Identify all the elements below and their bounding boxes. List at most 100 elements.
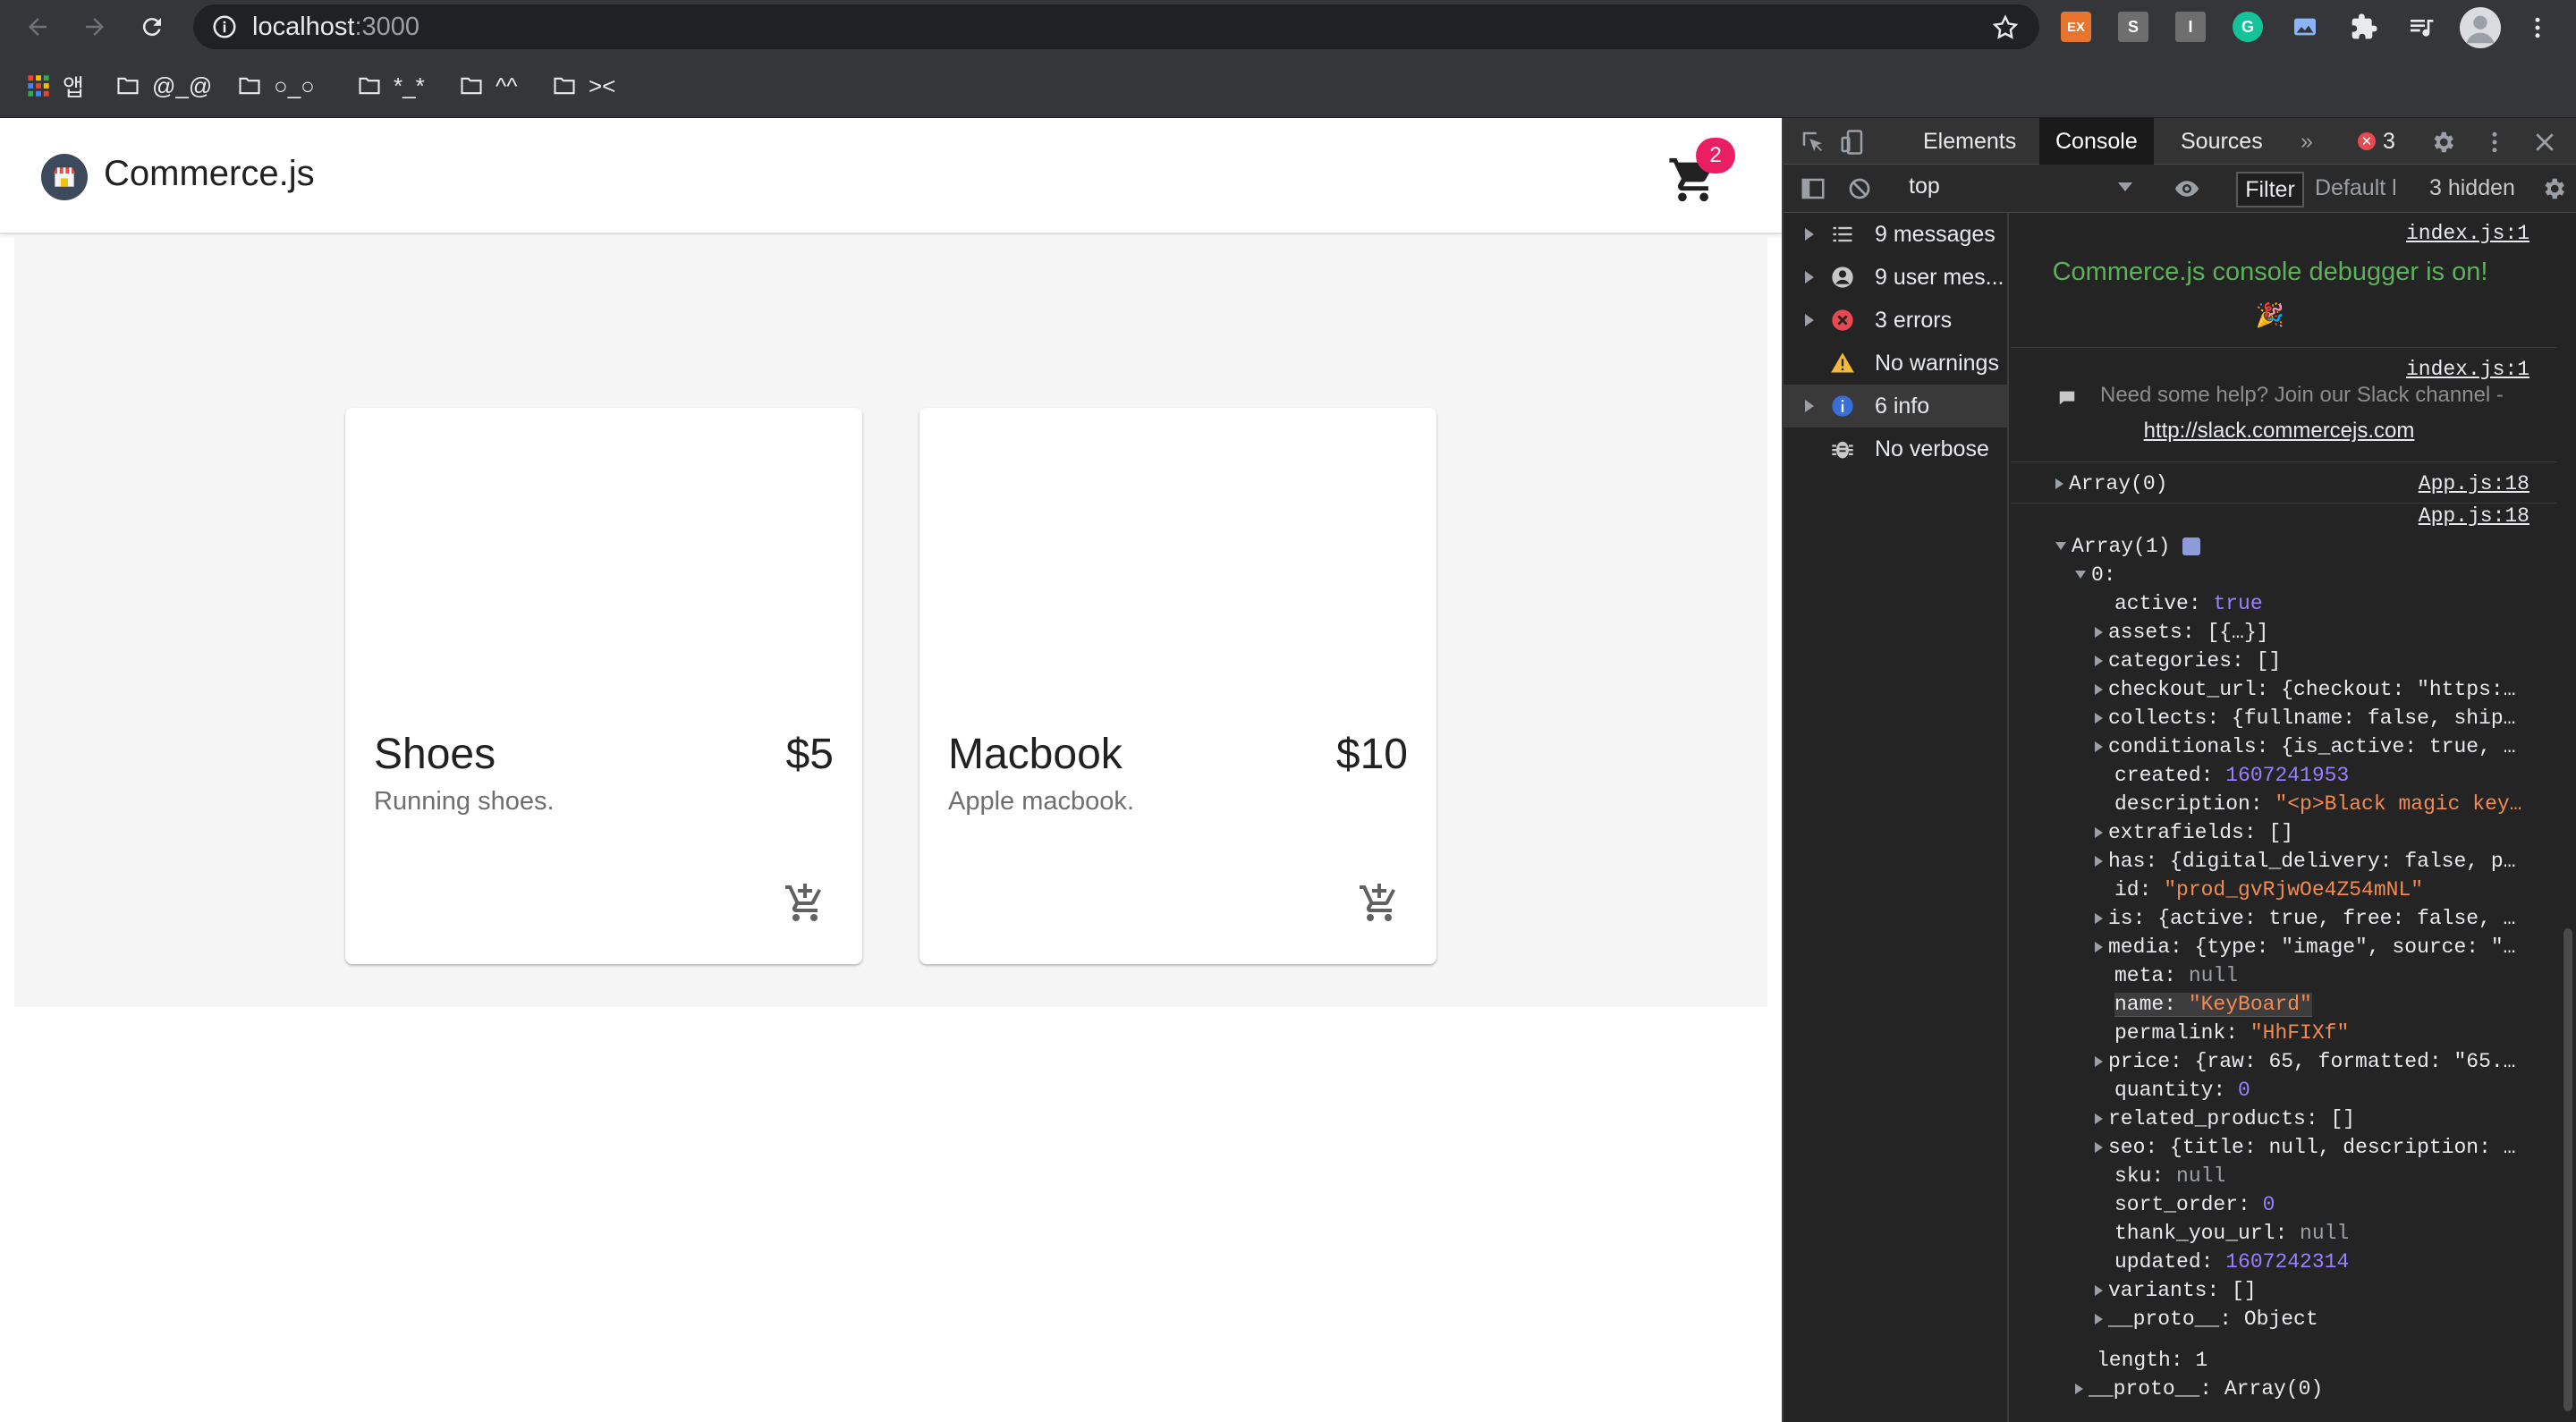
apps-grid-icon [28, 75, 49, 97]
property-row[interactable]: extrafields: [] [2095, 821, 2293, 850]
browser-menu-icon[interactable] [2524, 13, 2551, 43]
property-row[interactable]: media: {type: "image", source: "… [2095, 935, 2515, 964]
property-row[interactable]: seo: {title: null, description: … [2095, 1136, 2516, 1164]
extension-image-icon[interactable] [2290, 12, 2320, 42]
property-value: {type: "image", source: "… [2194, 935, 2516, 959]
sidebar-toggle-icon[interactable] [1800, 175, 1826, 202]
source-link[interactable]: index.js:1 [2406, 222, 2529, 245]
property-row[interactable]: is: {active: true, free: false, … [2095, 907, 2515, 935]
party-popper-icon: 🎉 [2255, 303, 2285, 330]
more-tabs-button[interactable]: » [2284, 118, 2329, 165]
source-link[interactable]: App.js:18 [2419, 504, 2529, 528]
property-entry: categories: [] [2108, 649, 2281, 673]
back-button[interactable] [18, 7, 57, 47]
property-row[interactable]: price: {raw: 65, formatted: "65.… [2095, 1050, 2515, 1079]
property-row[interactable]: __proto__: Object [2095, 1308, 2318, 1336]
sidebar-item-warnings[interactable]: No warnings [1784, 342, 2007, 385]
folder-icon [554, 77, 575, 95]
console-scrollbar[interactable] [2563, 928, 2572, 1411]
property-value: [{…}] [2207, 621, 2269, 644]
add-to-cart-icon[interactable] [784, 882, 826, 925]
expand-arrow-icon [1805, 400, 1814, 412]
property-row[interactable]: checkout_url: {checkout: "https:… [2095, 678, 2516, 707]
property-row[interactable]: variants: [] [2095, 1279, 2257, 1308]
add-to-cart-icon[interactable] [1358, 882, 1401, 925]
tab-sources[interactable]: Sources [2165, 118, 2279, 165]
inspect-element-icon[interactable] [1800, 129, 1826, 156]
profile-avatar[interactable] [2460, 7, 2501, 48]
bug-icon [1832, 441, 1853, 459]
property-key: __proto__ [2108, 1308, 2220, 1331]
settings-gear-icon[interactable] [2429, 129, 2456, 156]
slack-link[interactable]: http://slack.commercejs.com [2011, 419, 2547, 444]
array-log-collapsed[interactable]: Array(0) [2055, 472, 2167, 501]
sidebar-item-messages[interactable]: 9 messages [1784, 213, 2007, 256]
array-log-expanded[interactable]: Array(1) [2055, 535, 2201, 563]
property-row[interactable]: conditionals: {is_active: true, … [2095, 735, 2516, 764]
property-row[interactable]: collects: {fullname: false, ship… [2095, 707, 2515, 735]
extension-s-icon[interactable]: S [2118, 12, 2148, 42]
tab-elements[interactable]: Elements [1907, 118, 2032, 165]
length-row: length: 1 [2097, 1349, 2207, 1377]
bookmark-folder-3[interactable]: *_* [356, 72, 425, 100]
extensions-puzzle-icon[interactable] [2349, 12, 2379, 42]
expand-arrow-icon [2055, 478, 2063, 489]
forward-button[interactable] [75, 7, 114, 47]
property-colon: : [2225, 1021, 2250, 1045]
extension-i-icon[interactable]: I [2175, 12, 2206, 42]
reload-button[interactable] [132, 7, 172, 47]
info-icon[interactable] [211, 13, 238, 40]
property-key: collects [2108, 707, 2207, 730]
sidebar-item-errors[interactable]: 3 errors [1784, 299, 2007, 342]
property-row[interactable]: has: {digital_delivery: false, p… [2095, 850, 2516, 878]
property-entry: sku: null [2114, 1164, 2225, 1188]
array-index-row[interactable]: 0: [2075, 563, 2116, 592]
url-text[interactable]: localhost:3000 [252, 13, 419, 42]
chevron-down-icon [2118, 182, 2132, 191]
property-key: categories [2108, 649, 2233, 673]
address-bar[interactable]: localhost:3000 [193, 4, 2039, 49]
sidebar-item-user-messages[interactable]: 9 user mes... [1784, 256, 2007, 299]
filter-input[interactable]: Filter [2236, 172, 2304, 207]
bookmark-apps[interactable]: 앱 [25, 72, 84, 101]
device-toolbar-icon[interactable] [1839, 129, 1866, 156]
property-entry: quantity: 0 [2114, 1079, 2250, 1102]
bookmark-folder-5[interactable]: >< [551, 72, 615, 100]
devtools-menu-icon[interactable] [2481, 129, 2508, 156]
clear-console-icon[interactable] [1846, 175, 1873, 202]
extension-ex-icon[interactable]: EX [2061, 12, 2091, 42]
property-entry: media: {type: "image", source: "… [2108, 935, 2515, 959]
property-entry: seo: {title: null, description: … [2108, 1136, 2516, 1159]
proto-array-row[interactable]: __proto__: Array(0) [2075, 1377, 2323, 1406]
property-value: "HhFIXf" [2250, 1021, 2350, 1045]
property-row: name: "KeyBoard" [2114, 993, 2312, 1021]
expand-arrow-icon [2095, 1284, 2103, 1296]
bookmark-folder-2[interactable]: ○_○ [236, 72, 315, 100]
console-settings-icon[interactable] [2540, 175, 2567, 202]
tab-console[interactable]: Console [2039, 118, 2154, 165]
extension-grammarly-icon[interactable]: G [2233, 12, 2263, 42]
property-row[interactable]: assets: [{…}] [2095, 621, 2268, 649]
bookmark-folder-1[interactable]: @_@ [114, 72, 212, 100]
log-levels-dropdown[interactable]: Default l [2315, 175, 2401, 201]
error-counter[interactable]: ✕ 3 [2358, 118, 2395, 165]
close-icon[interactable] [2531, 129, 2558, 156]
puzzle-icon [2351, 13, 2377, 39]
bookmark-folder-4[interactable]: ^^ [458, 72, 517, 100]
media-control-icon[interactable] [2406, 12, 2436, 42]
property-row: permalink: "HhFIXf" [2114, 1021, 2349, 1050]
store-logo-icon[interactable] [41, 154, 88, 200]
property-row: updated: 1607242314 [2114, 1250, 2349, 1279]
property-entry: price: {raw: 65, formatted: "65.… [2108, 1050, 2515, 1073]
source-link[interactable]: App.js:18 [2419, 472, 2529, 495]
sidebar-item-verbose[interactable]: No verbose [1784, 427, 2007, 470]
property-row[interactable]: related_products: [] [2095, 1107, 2355, 1136]
context-selector[interactable]: top [1909, 174, 2132, 204]
sidebar-item-info[interactable]: 6 info [1784, 385, 2007, 427]
brand-title[interactable]: Commerce.js [104, 154, 315, 194]
eye-icon[interactable] [2174, 175, 2200, 202]
expand-arrow-icon [2095, 1055, 2103, 1067]
source-link[interactable]: index.js:1 [2406, 358, 2529, 381]
property-row[interactable]: categories: [] [2095, 649, 2281, 678]
bookmark-star-icon[interactable] [1991, 13, 2020, 42]
